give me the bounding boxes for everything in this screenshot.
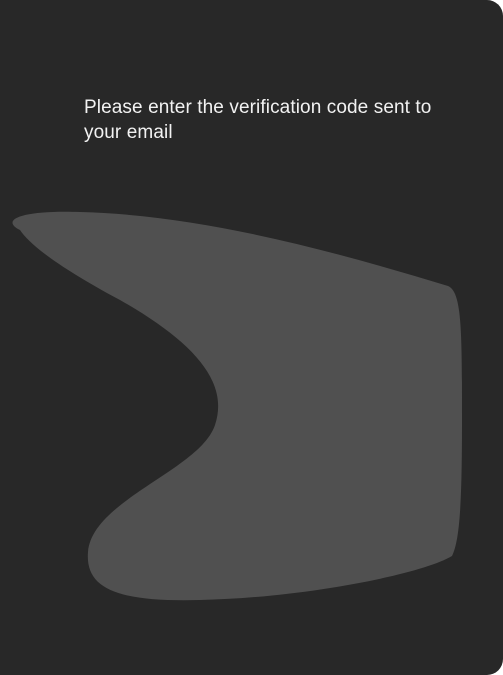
verification-panel: Please enter the verification code sent … [0,0,503,675]
decorative-blob-shape [12,211,462,601]
blob-shape-path [12,211,462,601]
